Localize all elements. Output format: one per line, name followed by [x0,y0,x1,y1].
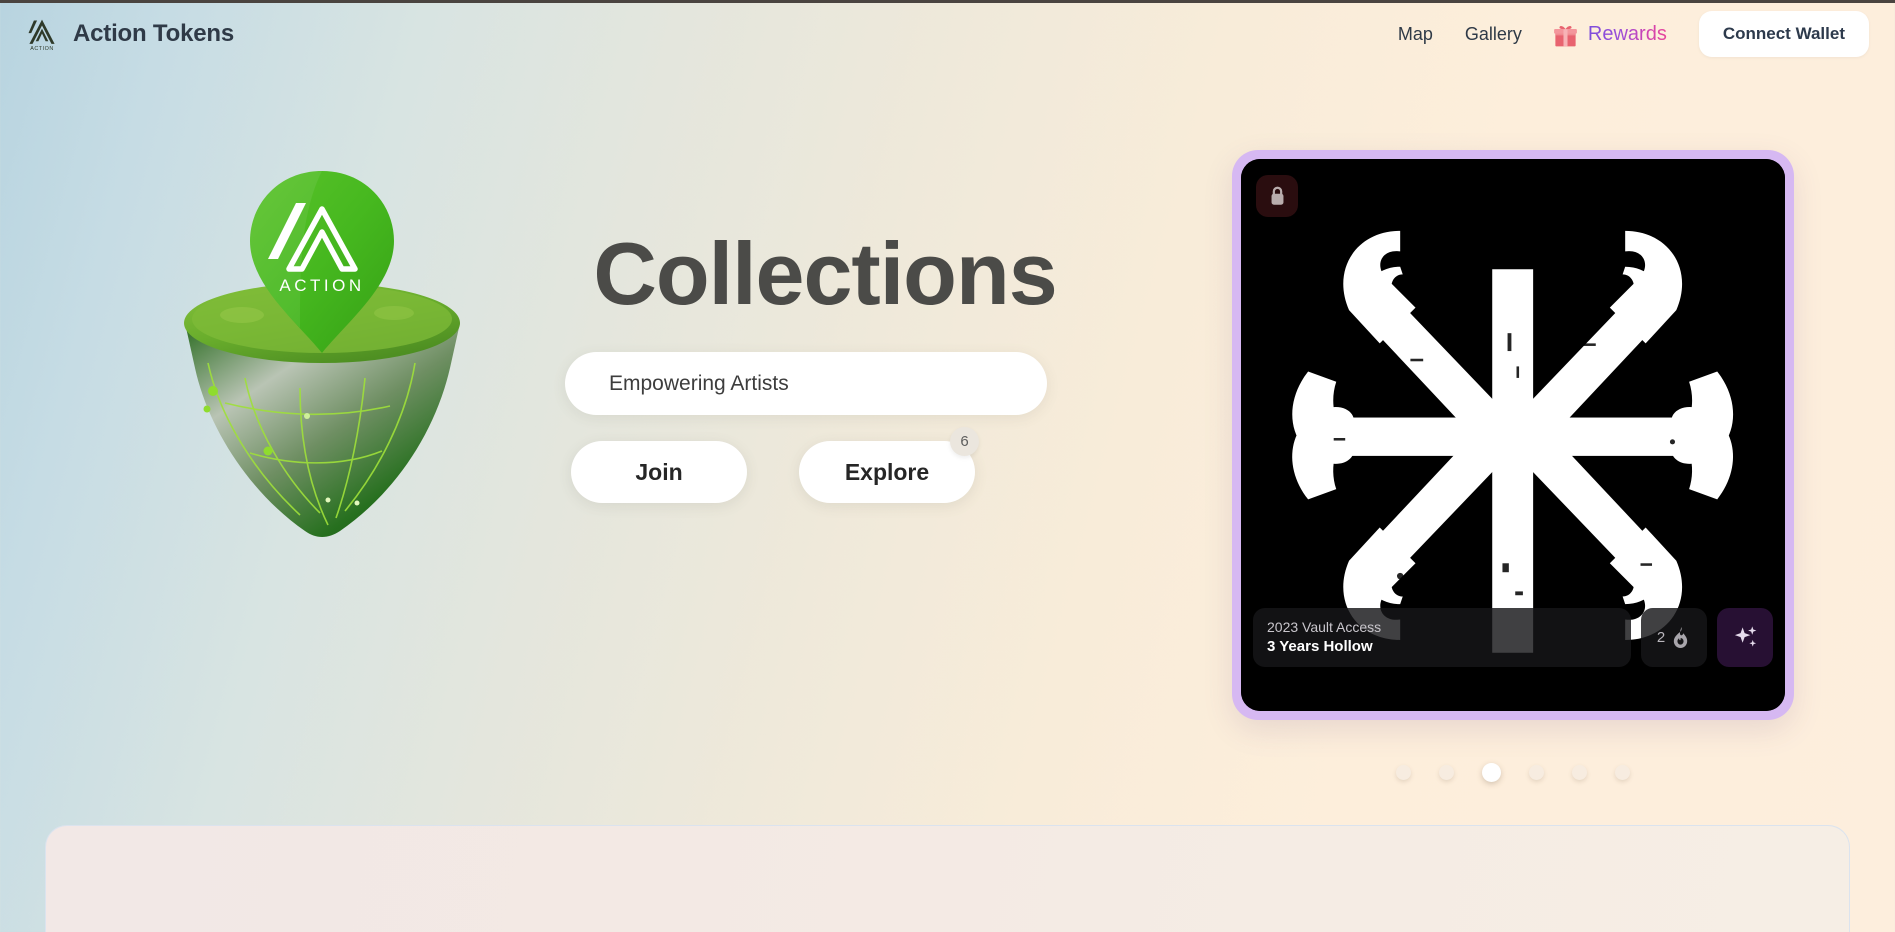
join-button-wrap: Join [571,441,747,504]
carousel-dots [1232,763,1794,782]
action-triangle-logo-icon: ACTION [24,16,60,52]
brand[interactable]: ACTION Action Tokens [24,16,234,52]
search-input[interactable] [565,352,1047,416]
carousel-dot-2[interactable] [1439,765,1454,780]
explore-button-wrap: Explore 6 [799,427,979,504]
nft-card-bottom-bar: 2023 Vault Access 3 Years Hollow 2 [1253,607,1773,667]
connect-wallet-button[interactable]: Connect Wallet [1698,11,1869,57]
carousel-dot-3[interactable] [1482,763,1501,782]
flame-icon [1670,626,1691,649]
floating-island-illustration: ACTION [150,163,495,583]
island-pin-caption: ACTION [279,276,364,295]
site-header: ACTION Action Tokens Map Gallery Rewards… [0,0,1895,68]
nft-meta: 2023 Vault Access 3 Years Hollow [1253,607,1631,667]
join-button[interactable]: Join [571,441,747,504]
hero-section: ACTION Collections Join Explore 6 [0,68,1895,788]
gift-icon [1552,21,1579,48]
nft-card-inner: 2023 Vault Access 3 Years Hollow 2 [1241,159,1785,711]
sparkle-effect-button[interactable] [1717,607,1773,667]
carousel-dot-6[interactable] [1615,765,1630,780]
page-title: Collections [593,224,1057,323]
carousel-dot-5[interactable] [1572,765,1587,780]
carousel-dot-1[interactable] [1396,765,1411,780]
bottom-content-panel [45,825,1850,932]
top-edge-divider [0,0,1895,3]
explore-button[interactable]: Explore [799,441,975,504]
carousel-dot-4[interactable] [1529,765,1544,780]
lock-badge [1256,175,1298,217]
hero-action-buttons: Join Explore 6 [565,427,1085,504]
nav-link-gallery[interactable]: Gallery [1449,16,1538,53]
rewards-label: Rewards [1587,22,1667,45]
main-nav: Map Gallery Rewards Connect Wallet [1382,11,1869,57]
nft-meta-subtitle: 2023 Vault Access [1267,618,1382,635]
nft-card[interactable]: 2023 Vault Access 3 Years Hollow 2 [1232,150,1794,720]
nav-link-map[interactable]: Map [1382,16,1449,53]
lock-icon [1268,185,1287,207]
nav-link-rewards[interactable]: Rewards [1538,13,1681,56]
burn-count-button[interactable]: 2 [1641,607,1707,667]
nft-meta-title: 3 Years Hollow [1267,637,1373,655]
brand-name: Action Tokens [73,20,234,47]
svg-text:ACTION: ACTION [30,46,54,52]
hero-center-column: Collections Join Explore 6 [565,224,1085,504]
sparkles-icon [1732,624,1759,651]
explore-count-badge: 6 [950,427,979,457]
burn-count-value: 2 [1656,628,1666,646]
